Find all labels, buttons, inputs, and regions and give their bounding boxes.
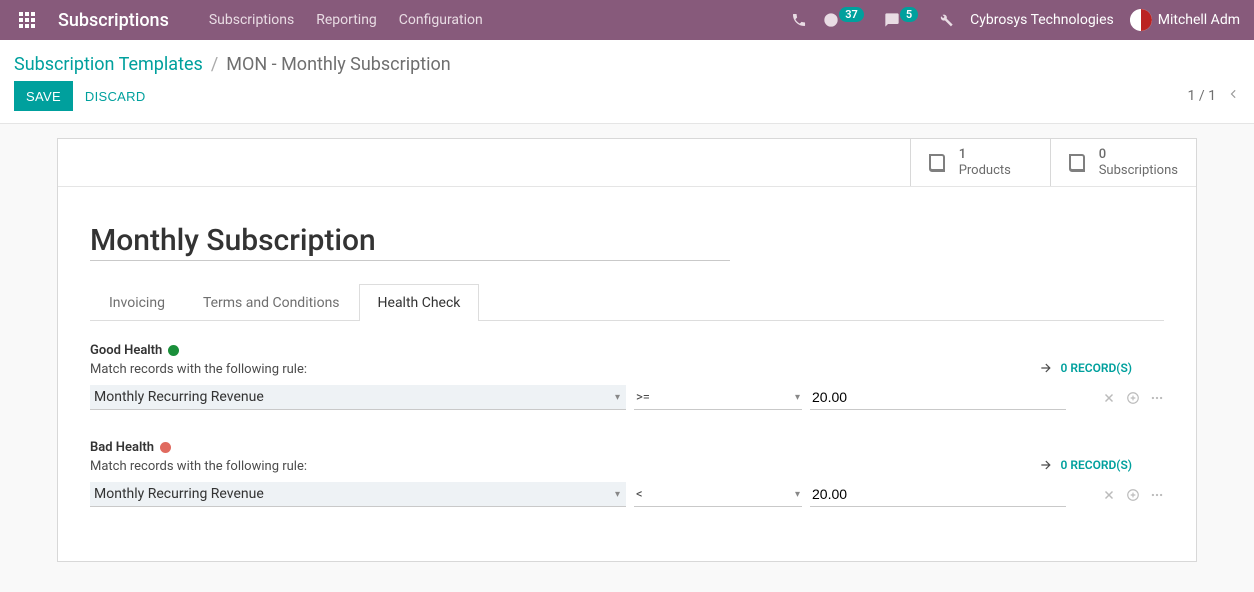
actions-row: SAVE DISCARD 1 / 1 [0, 81, 1254, 123]
bad-rule-text: Match records with the following rule: [90, 459, 1164, 474]
breadcrumb-root[interactable]: Subscription Templates [14, 54, 203, 75]
pager: 1 / 1 [1188, 87, 1240, 105]
avatar [1130, 9, 1152, 31]
more-icon[interactable] [1150, 391, 1164, 405]
good-health-label: Good Health [90, 343, 162, 358]
nav-menu: Subscriptions Reporting Configuration [209, 12, 483, 28]
activity-button[interactable]: 37 [823, 12, 868, 28]
phone-icon [791, 12, 807, 28]
tabs: Invoicing Terms and Conditions Health Ch… [90, 283, 1164, 321]
nav-item-subscriptions[interactable]: Subscriptions [209, 12, 294, 28]
good-health-header: Good Health [90, 343, 1164, 358]
nav-item-configuration[interactable]: Configuration [399, 12, 483, 28]
good-operator-value: >= [636, 390, 650, 405]
app-brand: Subscriptions [58, 10, 169, 31]
bad-value-input[interactable] [810, 482, 1066, 507]
good-records-link[interactable]: 0 RECORD(S) [1039, 361, 1133, 375]
wrench-icon [938, 12, 954, 28]
stat-subscriptions-label: Subscriptions [1099, 163, 1178, 179]
bad-records-text: 0 RECORD(S) [1061, 458, 1133, 472]
bad-records-link[interactable]: 0 RECORD(S) [1039, 458, 1133, 472]
pager-prev[interactable] [1226, 87, 1240, 105]
activity-count: 37 [839, 7, 864, 22]
good-rule-row: Monthly Recurring Revenue ▾ >= ▾ [90, 385, 1164, 410]
caret-down-icon: ▾ [795, 489, 800, 500]
phone-button[interactable] [791, 12, 807, 28]
add-icon[interactable] [1126, 488, 1140, 502]
good-row-actions [1102, 391, 1164, 405]
debug-button[interactable] [938, 12, 954, 28]
nav-item-reporting[interactable]: Reporting [316, 12, 377, 28]
good-records-text: 0 RECORD(S) [1061, 361, 1133, 375]
more-icon[interactable] [1150, 488, 1164, 502]
user-menu[interactable]: Mitchell Adm [1130, 9, 1240, 31]
pager-text: 1 / 1 [1188, 88, 1216, 104]
arrow-right-icon [1039, 458, 1053, 472]
sheet-inner: Monthly Subscription Invoicing Terms and… [58, 187, 1196, 561]
apps-menu-button[interactable] [14, 7, 40, 33]
delete-icon[interactable] [1102, 488, 1116, 502]
clock-icon [823, 12, 839, 28]
form-sheet: 1 Products 0 Subscriptions Monthly Subsc… [57, 138, 1197, 562]
title-wrap: Monthly Subscription [90, 223, 730, 261]
bad-rule-row: Monthly Recurring Revenue ▾ < ▾ [90, 482, 1164, 507]
tab-health-check[interactable]: Health Check [359, 284, 480, 321]
delete-icon[interactable] [1102, 391, 1116, 405]
stat-products-label: Products [959, 163, 1011, 179]
tab-invoicing[interactable]: Invoicing [90, 284, 184, 321]
nav-right: 37 5 Cybrosys Technologies Mitchell Adm [791, 9, 1240, 31]
message-count: 5 [900, 7, 918, 22]
caret-down-icon: ▾ [795, 392, 800, 403]
add-icon[interactable] [1126, 391, 1140, 405]
book-icon [925, 151, 949, 175]
bad-operator-select[interactable]: < ▾ [634, 483, 802, 507]
messages-button[interactable]: 5 [884, 12, 922, 28]
arrow-right-icon [1039, 361, 1053, 375]
bad-health-header: Bad Health [90, 440, 1164, 455]
tab-content-health: Good Health Match records with the follo… [90, 321, 1164, 507]
stat-subscriptions-text: 0 Subscriptions [1099, 147, 1178, 178]
tab-terms[interactable]: Terms and Conditions [184, 284, 359, 321]
chat-icon [884, 12, 900, 28]
bad-field-select[interactable]: Monthly Recurring Revenue ▾ [90, 482, 626, 507]
good-field-value: Monthly Recurring Revenue [94, 389, 264, 405]
chevron-left-icon [1226, 87, 1240, 101]
bad-health-label: Bad Health [90, 440, 154, 455]
breadcrumb: Subscription Templates / MON - Monthly S… [0, 40, 1254, 81]
company-switcher[interactable]: Cybrosys Technologies [970, 12, 1114, 28]
good-value-input[interactable] [810, 385, 1066, 410]
good-rule-text: Match records with the following rule: [90, 362, 1164, 377]
caret-down-icon: ▾ [615, 392, 620, 403]
bad-field-value: Monthly Recurring Revenue [94, 486, 264, 502]
bad-operator-value: < [636, 487, 643, 502]
stat-products[interactable]: 1 Products [910, 139, 1050, 186]
stat-products-text: 1 Products [959, 147, 1011, 178]
caret-down-icon: ▾ [615, 489, 620, 500]
stat-buttons: 1 Products 0 Subscriptions [58, 139, 1196, 187]
dot-red-icon [160, 442, 171, 453]
top-nav: Subscriptions Subscriptions Reporting Co… [0, 0, 1254, 40]
save-button[interactable]: SAVE [14, 81, 73, 111]
stat-subscriptions-count: 0 [1099, 147, 1178, 163]
form-area: 1 Products 0 Subscriptions Monthly Subsc… [0, 124, 1254, 592]
stat-subscriptions[interactable]: 0 Subscriptions [1050, 139, 1196, 186]
good-health-section: Good Health Match records with the follo… [90, 343, 1164, 410]
good-operator-select[interactable]: >= ▾ [634, 386, 802, 410]
user-name: Mitchell Adm [1158, 12, 1240, 28]
apps-icon [19, 12, 35, 28]
breadcrumb-separator: / [211, 54, 218, 75]
control-bar: Subscription Templates / MON - Monthly S… [0, 40, 1254, 124]
discard-button[interactable]: DISCARD [73, 81, 158, 111]
bad-row-actions [1102, 488, 1164, 502]
breadcrumb-current: MON - Monthly Subscription [226, 54, 450, 75]
bad-health-section: Bad Health Match records with the follow… [90, 440, 1164, 507]
record-title[interactable]: Monthly Subscription [90, 223, 730, 258]
good-field-select[interactable]: Monthly Recurring Revenue ▾ [90, 385, 626, 410]
dot-green-icon [168, 345, 179, 356]
book-icon [1065, 151, 1089, 175]
stat-products-count: 1 [959, 147, 1011, 163]
